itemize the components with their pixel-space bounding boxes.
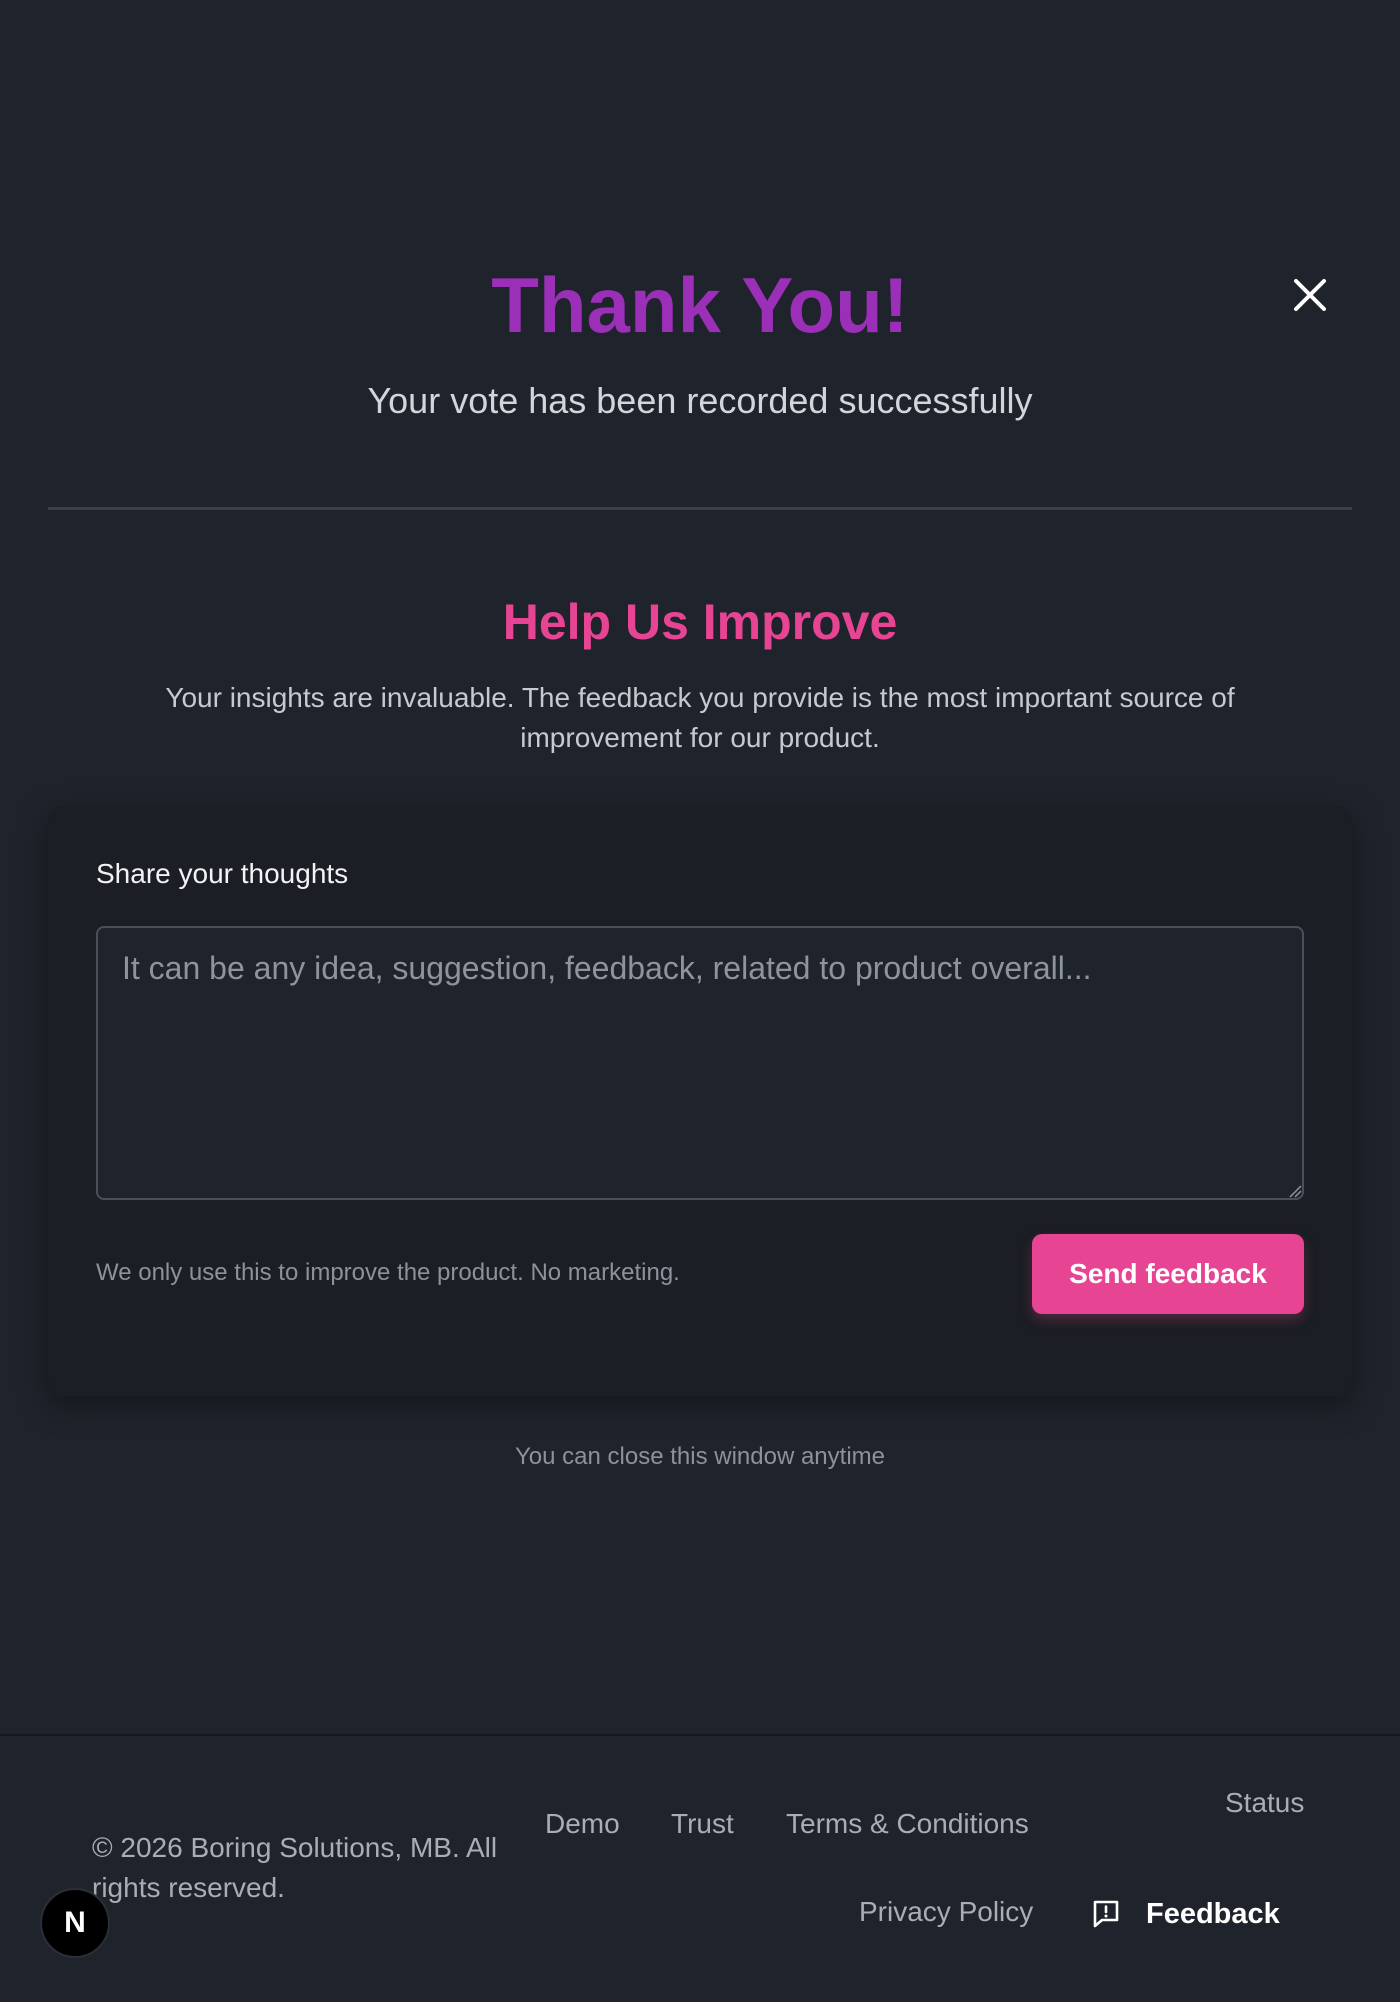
page-title: Thank You! bbox=[491, 261, 909, 349]
resize-handle-icon[interactable] bbox=[1288, 1184, 1302, 1198]
page-subtitle: Your vote has been recorded successfully bbox=[367, 380, 1033, 421]
feedback-card: Share your thoughts We only use this to … bbox=[48, 806, 1352, 1396]
copyright-text: © 2026 Boring Solutions, MB. All rights … bbox=[92, 1832, 498, 1903]
footer: © 2026 Boring Solutions, MB. All rights … bbox=[0, 1734, 1400, 2002]
footer-link-trust[interactable]: Trust bbox=[671, 1806, 734, 1842]
feedback-textarea[interactable] bbox=[96, 926, 1304, 1200]
footer-feedback-label: Feedback bbox=[1146, 1897, 1280, 1930]
improve-description: Your insights are invaluable. The feedba… bbox=[165, 682, 1235, 753]
badge-letter: N bbox=[64, 1906, 86, 1939]
footer-link-status[interactable]: Status bbox=[1225, 1785, 1304, 1821]
close-hint: You can close this window anytime bbox=[515, 1443, 885, 1470]
footer-link-privacy[interactable]: Privacy Policy bbox=[859, 1894, 1033, 1930]
improve-title: Help Us Improve bbox=[502, 594, 898, 650]
send-feedback-button[interactable]: Send feedback bbox=[1032, 1234, 1304, 1314]
footer-feedback-button[interactable]: Feedback bbox=[1090, 1894, 1280, 1934]
footer-link-demo[interactable]: Demo bbox=[545, 1806, 620, 1842]
privacy-note: We only use this to improve the product.… bbox=[96, 1259, 680, 1286]
footer-link-terms[interactable]: Terms & Conditions bbox=[786, 1806, 1029, 1842]
dev-tools-badge[interactable]: N bbox=[40, 1888, 110, 1958]
feedback-label: Share your thoughts bbox=[96, 858, 349, 889]
section-divider bbox=[48, 507, 1352, 510]
message-alert-icon bbox=[1093, 1900, 1119, 1928]
